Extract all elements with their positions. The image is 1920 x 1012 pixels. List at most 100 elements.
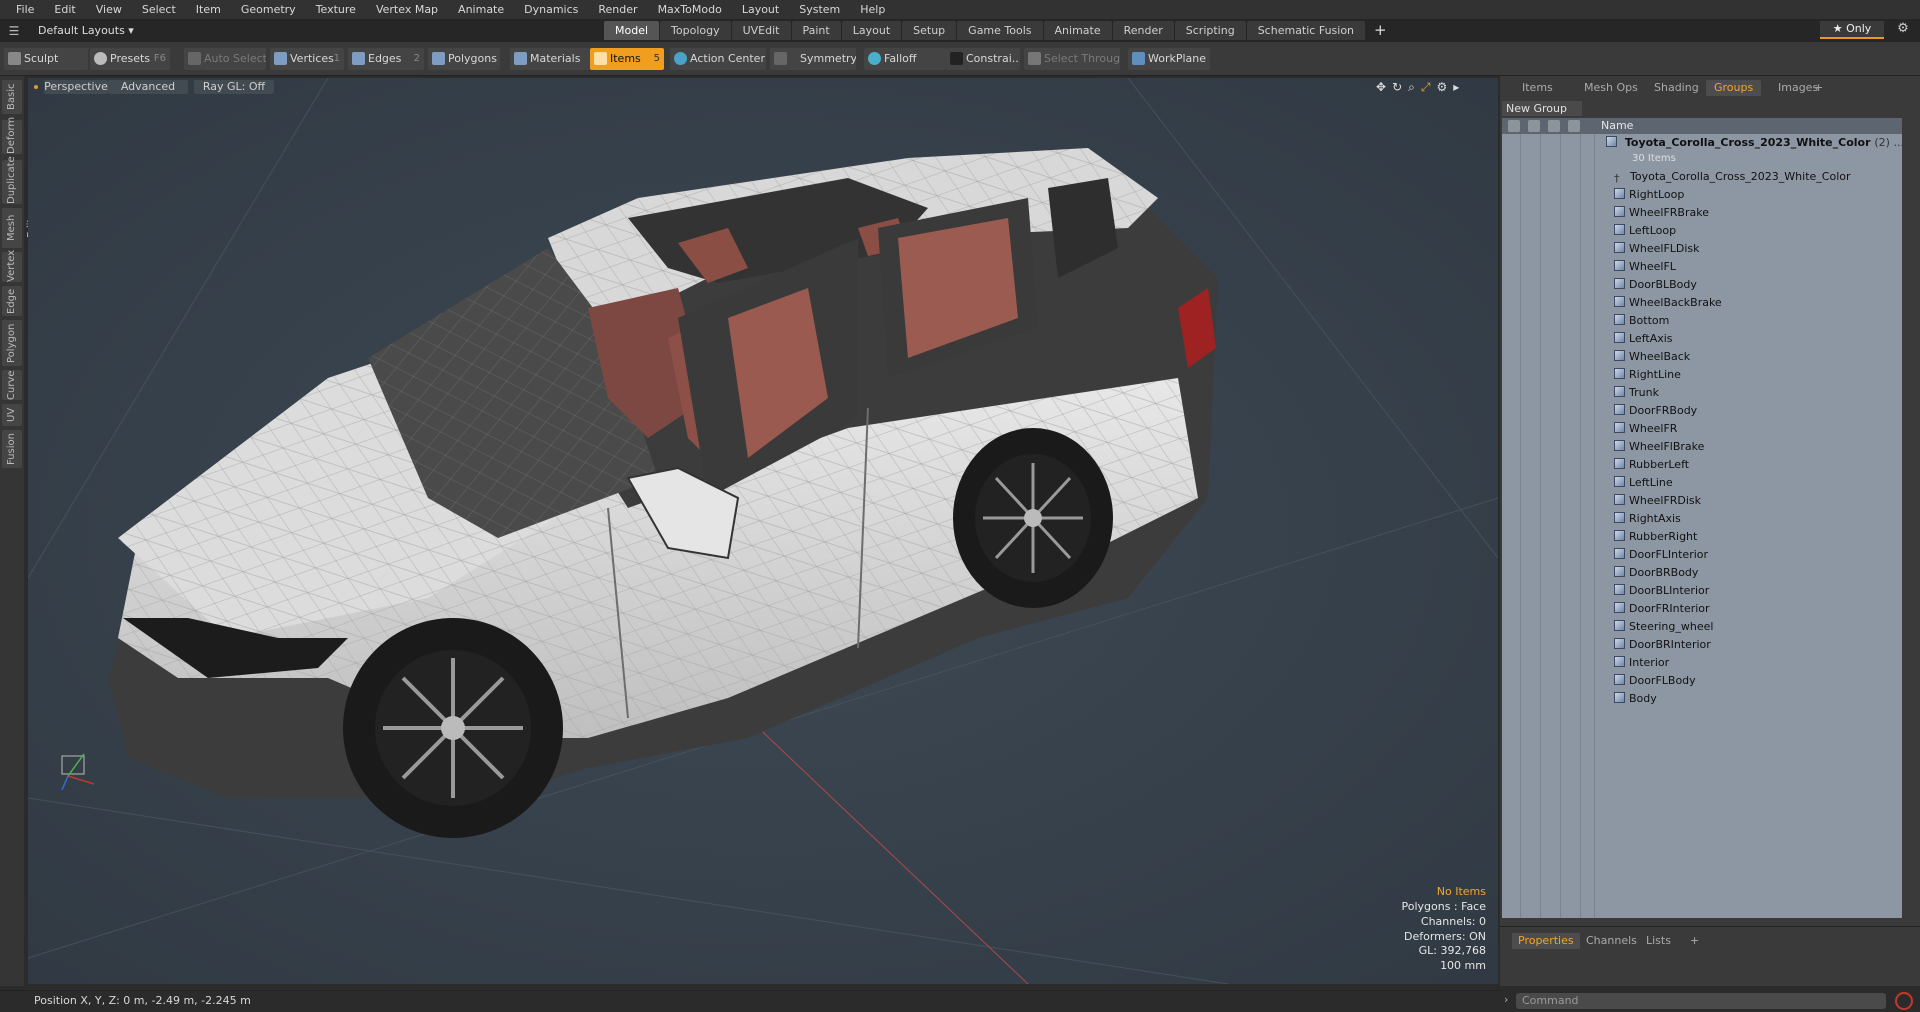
sculpt-button[interactable]: Sculpt	[4, 48, 88, 70]
group-item-row[interactable]: Body	[1614, 690, 1657, 708]
workplane-button[interactable]: WorkPlane	[1128, 48, 1210, 70]
group-item-row[interactable]: Steering_wheel	[1614, 618, 1713, 636]
panel-tab-shading[interactable]: Shading	[1646, 80, 1707, 96]
tab-render[interactable]: Render	[1112, 21, 1174, 40]
command-record-icon[interactable]	[1895, 992, 1913, 1010]
group-item-row[interactable]: WheelFLDisk	[1614, 240, 1700, 258]
properties-tab-properties[interactable]: Properties	[1512, 933, 1580, 949]
visibility-column-icon[interactable]	[1508, 120, 1520, 132]
group-item-row[interactable]: DoorFLBody	[1614, 672, 1696, 690]
falloff-button[interactable]: Falloff	[864, 48, 946, 70]
tab-layout[interactable]: Layout	[841, 21, 902, 40]
palette-tab-fusion[interactable]: Fusion	[2, 430, 22, 468]
group-item-row[interactable]: RubberRight	[1614, 528, 1697, 546]
palette-tab-polygon[interactable]: Polygon	[2, 320, 22, 366]
menu-layout[interactable]: Layout	[732, 0, 789, 19]
panel-tab-items[interactable]: Items	[1514, 80, 1561, 96]
shading-select[interactable]: Advanced	[108, 80, 188, 94]
properties-tab-channels[interactable]: Channels	[1580, 933, 1643, 949]
group-item-row[interactable]: DoorFRBody	[1614, 402, 1697, 420]
render-column-icon[interactable]	[1528, 120, 1540, 132]
menu-edit[interactable]: Edit	[44, 0, 85, 19]
group-item-row[interactable]: WheelFlBrake	[1614, 438, 1704, 456]
tab-model[interactable]: Model	[604, 21, 660, 40]
menu-item[interactable]: Item	[186, 0, 231, 19]
group-item-row[interactable]: LeftLine	[1614, 474, 1673, 492]
palette-tab-curve[interactable]: Curve	[2, 370, 22, 400]
group-item-row[interactable]: † Toyota_Corolla_Cross_2023_White_Color	[1614, 168, 1851, 186]
group-item-row[interactable]: DoorFRInterior	[1614, 600, 1710, 618]
tab-scripting[interactable]: Scripting	[1174, 21, 1246, 40]
pan-icon[interactable]: ✥	[1376, 80, 1386, 95]
menu-file[interactable]: File	[6, 0, 44, 19]
view-type-select[interactable]: Perspective	[44, 80, 108, 94]
group-item-row[interactable]: WheelFL	[1614, 258, 1676, 276]
viewport-settings-icon[interactable]: ⚙	[1436, 80, 1447, 95]
tab-game-tools[interactable]: Game Tools	[957, 21, 1043, 40]
presets-button[interactable]: Presets F6	[90, 48, 170, 70]
group-item-row[interactable]: RightAxis	[1614, 510, 1681, 528]
materials-button[interactable]: Materials	[510, 48, 590, 70]
group-item-row[interactable]: RightLoop	[1614, 186, 1684, 204]
group-item-row[interactable]: DoorBRInterior	[1614, 636, 1711, 654]
name-column-header[interactable]: Name	[1601, 119, 1633, 132]
tab-setup[interactable]: Setup	[902, 21, 957, 40]
add-tab-icon[interactable]: +	[1366, 21, 1395, 40]
auto-select-button[interactable]: Auto Select	[184, 48, 266, 70]
palette-tab-vertex[interactable]: Vertex	[2, 250, 22, 282]
palette-tab-basic[interactable]: Basic	[2, 80, 22, 114]
layout-select[interactable]: Default Layouts ▾	[28, 24, 178, 37]
palette-tab-uv[interactable]: UV	[2, 404, 22, 426]
lock-column-icon[interactable]	[1548, 120, 1560, 132]
tab-animate[interactable]: Animate	[1043, 21, 1112, 40]
group-item-row[interactable]: LeftLoop	[1614, 222, 1676, 240]
menu-animate[interactable]: Animate	[448, 0, 514, 19]
menu-render[interactable]: Render	[588, 0, 647, 19]
group-item-row[interactable]: WheelBack	[1614, 348, 1690, 366]
edges-button[interactable]: Edges 2	[348, 48, 424, 70]
raygl-toggle[interactable]: Ray GL: Off	[194, 80, 274, 94]
group-item-row[interactable]: RubberLeft	[1614, 456, 1689, 474]
menu-select[interactable]: Select	[132, 0, 186, 19]
fit-icon[interactable]: ⤢	[1421, 80, 1431, 95]
palette-tab-mesh-edit[interactable]: Mesh Edit	[2, 208, 37, 248]
palette-tab-duplicate[interactable]: Duplicate	[2, 156, 22, 204]
menu-view[interactable]: View	[86, 0, 132, 19]
tab-uvedit[interactable]: UVEdit	[731, 21, 791, 40]
action-center-button[interactable]: Action Center	[670, 48, 766, 70]
menu-geometry[interactable]: Geometry	[231, 0, 306, 19]
tab-topology[interactable]: Topology	[660, 21, 731, 40]
viewport-more-icon[interactable]: ▸	[1453, 80, 1459, 95]
tab-paint[interactable]: Paint	[791, 21, 841, 40]
menu-dynamics[interactable]: Dynamics	[514, 0, 588, 19]
group-item-row[interactable]: Trunk	[1614, 384, 1659, 402]
zoom-icon[interactable]: ⌕	[1408, 80, 1415, 95]
menu-help[interactable]: Help	[850, 0, 895, 19]
group-item-row[interactable]: RightLine	[1614, 366, 1681, 384]
menu-system[interactable]: System	[789, 0, 850, 19]
panel-tab-groups[interactable]: Groups	[1706, 80, 1762, 96]
layout-menu-icon[interactable]: ☰	[0, 24, 28, 38]
group-item-row[interactable]: LeftAxis	[1614, 330, 1673, 348]
3d-viewport[interactable]: Perspective Advanced Ray GL: Off ✥ ↻ ⌕ ⤢…	[28, 78, 1498, 984]
menu-vertex-map[interactable]: Vertex Map	[366, 0, 448, 19]
group-item-row[interactable]: WheelFRBrake	[1614, 204, 1709, 222]
vertices-button[interactable]: Vertices 1	[270, 48, 344, 70]
group-item-row[interactable]: DoorBLInterior	[1614, 582, 1709, 600]
menu-maxtomodo[interactable]: MaxToModo	[648, 0, 732, 19]
group-item-row[interactable]: Interior	[1614, 654, 1669, 672]
rotate-icon[interactable]: ↻	[1392, 80, 1402, 95]
group-item-row[interactable]: WheelFRDisk	[1614, 492, 1701, 510]
symmetry-button[interactable]: Symmetry	[770, 48, 856, 70]
group-item-row[interactable]: DoorFLInterior	[1614, 546, 1708, 564]
group-item-row[interactable]: DoorBRBody	[1614, 564, 1698, 582]
palette-tab-deform[interactable]: Deform	[2, 117, 22, 154]
add-properties-tab-icon[interactable]: +	[1684, 933, 1705, 949]
tab-schematic-fusion[interactable]: Schematic Fusion	[1246, 21, 1366, 40]
viewport-menu-dot[interactable]	[34, 85, 38, 89]
command-input[interactable]: Command	[1516, 993, 1886, 1009]
group-item-row[interactable]: WheelFR	[1614, 420, 1677, 438]
panel-tab-mesh-ops[interactable]: Mesh Ops	[1576, 80, 1646, 96]
group-item-row[interactable]: DoorBLBody	[1614, 276, 1697, 294]
polygons-button[interactable]: Polygons	[428, 48, 500, 70]
